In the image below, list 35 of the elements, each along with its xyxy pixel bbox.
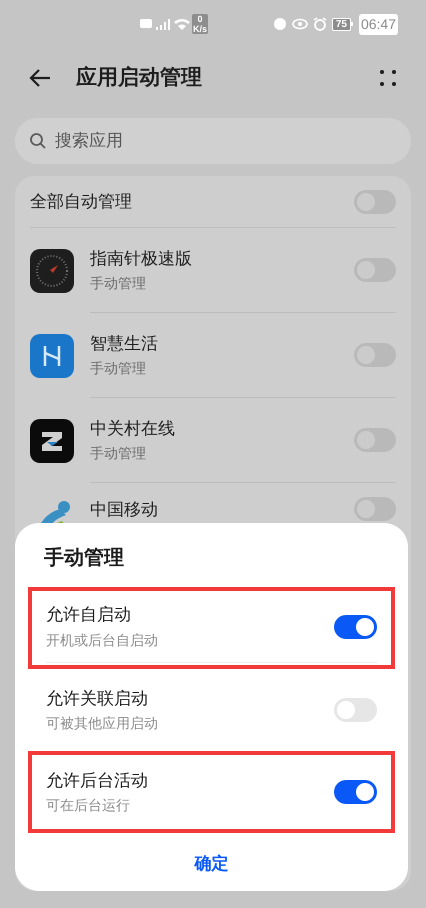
app-name: 中国移动: [90, 499, 159, 521]
app-mode: 手动管理: [90, 274, 147, 294]
search-field[interactable]: 搜索应用: [15, 118, 411, 164]
app-name: 中关村在线: [90, 418, 176, 440]
more-icon[interactable]: [378, 68, 398, 88]
battery-icon: 75: [332, 18, 353, 30]
app-mode: 手动管理: [90, 359, 147, 378]
clock: 06:47: [358, 14, 398, 34]
signal-icon: [156, 18, 170, 30]
net-speed-unit: K/s: [193, 24, 208, 34]
page-title: 应用启动管理: [76, 64, 202, 92]
back-icon[interactable]: [28, 68, 52, 88]
wifi-icon: [174, 18, 190, 30]
dialog-title: 手动管理: [43, 546, 125, 571]
app-icon: [30, 418, 74, 462]
toggle-switch[interactable]: [334, 780, 377, 804]
option-title: 允许后台活动: [46, 770, 149, 792]
option-subtitle: 可在后台运行: [46, 796, 131, 816]
toggle-switch[interactable]: [334, 614, 377, 638]
alarm-icon: [312, 17, 327, 31]
app-name: 指南针极速版: [90, 248, 193, 270]
app-mode: 手动管理: [90, 444, 147, 464]
compass-icon: [30, 248, 74, 292]
eye-icon: [292, 18, 308, 30]
app-icon: [30, 334, 74, 378]
toggle-switch[interactable]: [334, 698, 377, 722]
app-name: 智慧生活: [90, 332, 159, 355]
search-icon: [29, 132, 47, 150]
option-subtitle: 开机或后台自启动: [46, 630, 159, 650]
option-title: 允许自启动: [46, 604, 132, 626]
option-subtitle: 可被其他应用启动: [46, 714, 159, 734]
list-label: 全部自动管理: [30, 190, 132, 213]
net-speed-value: 0: [198, 14, 203, 24]
confirm-button[interactable]: 确定: [184, 847, 238, 880]
option-title: 允许关联启动: [46, 688, 149, 710]
